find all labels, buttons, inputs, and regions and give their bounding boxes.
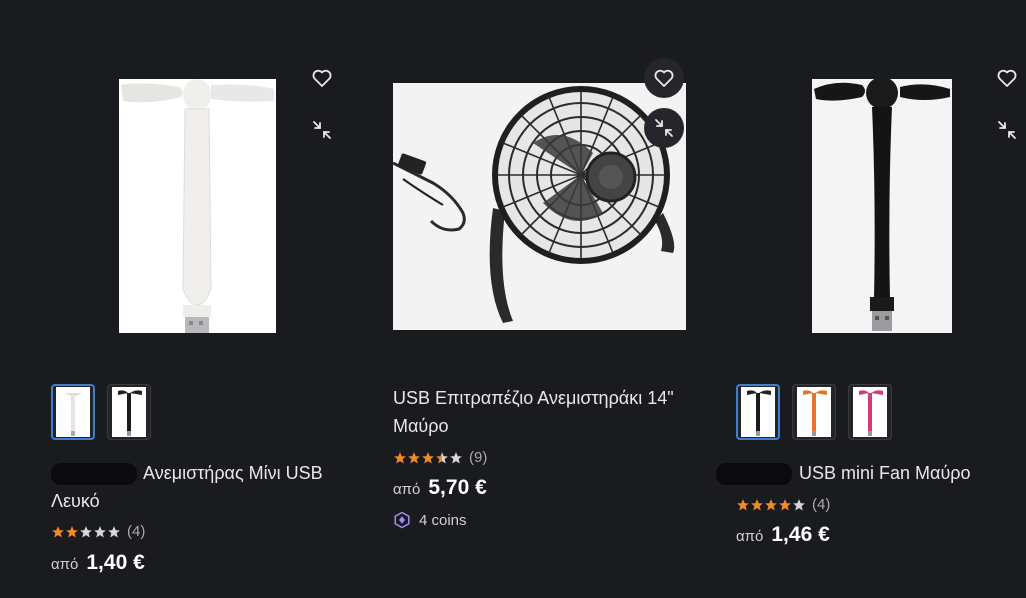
- redacted-brand: [716, 463, 792, 486]
- product-title[interactable]: USB Επιτραπέζιο Ανεμιστηράκι 14" Μαύρο: [393, 384, 683, 440]
- star-icon: [108, 525, 120, 538]
- product-image[interactable]: [393, 83, 686, 330]
- star-icon: [422, 451, 434, 464]
- product-rating: (9): [393, 449, 487, 466]
- product-title[interactable]: USB mini Fan Μαύρο: [716, 459, 1016, 487]
- favorite-button[interactable]: [987, 58, 1026, 98]
- favorite-button[interactable]: [302, 58, 342, 98]
- price-prefix: από: [393, 481, 421, 498]
- product-image[interactable]: [119, 79, 276, 333]
- compress-arrows-icon: [998, 121, 1016, 139]
- price-prefix: από: [51, 556, 79, 573]
- star-half-icon: [436, 451, 448, 464]
- product-price[interactable]: 1,46 €: [771, 523, 829, 547]
- review-count[interactable]: (4): [812, 496, 830, 513]
- product-title[interactable]: Ανεμιστήρας Μίνι USB Λευκό: [51, 459, 351, 515]
- heart-icon: [654, 69, 674, 87]
- star-icon: [80, 525, 92, 538]
- favorite-button[interactable]: [644, 58, 684, 98]
- variant-thumb-black[interactable]: [107, 384, 151, 440]
- variant-thumb-white[interactable]: [51, 384, 95, 440]
- redacted-brand: [51, 463, 137, 486]
- star-icon: [450, 451, 462, 464]
- variant-thumb-pink[interactable]: [848, 384, 892, 440]
- star-icon: [66, 525, 78, 538]
- price-row: από 5,70 €: [393, 476, 487, 500]
- variant-thumb-black[interactable]: [736, 384, 780, 440]
- variant-thumb-orange[interactable]: [792, 384, 836, 440]
- review-count[interactable]: (4): [127, 523, 145, 540]
- coins-reward: 4 coins: [393, 511, 467, 529]
- product-card: USB mini Fan Μαύρο (4) από 1,46 €: [716, 0, 1026, 598]
- compress-arrows-icon: [655, 119, 673, 137]
- coins-label: 4 coins: [419, 511, 467, 529]
- rating-stars: [736, 498, 806, 512]
- star-icon: [751, 498, 763, 511]
- star-icon: [394, 451, 406, 464]
- star-icon: [793, 498, 805, 511]
- star-icon: [737, 498, 749, 511]
- product-card: Ανεμιστήρας Μίνι USB Λευκό (4) από 1,40 …: [30, 0, 350, 598]
- product-image[interactable]: [812, 79, 952, 333]
- usb-mini-fan-black-image: [812, 79, 952, 333]
- rating-stars: [393, 451, 463, 465]
- color-variants: [736, 384, 892, 440]
- product-price[interactable]: 5,70 €: [428, 476, 486, 500]
- price-row: από 1,40 €: [51, 551, 145, 575]
- heart-icon: [312, 69, 332, 87]
- price-row: από 1,46 €: [736, 523, 830, 547]
- heart-icon: [997, 69, 1017, 87]
- product-rating: (4): [736, 496, 830, 513]
- star-icon: [779, 498, 791, 511]
- compare-button[interactable]: [302, 110, 342, 150]
- compare-button[interactable]: [987, 110, 1026, 150]
- color-variants: [51, 384, 151, 440]
- coin-hexagon-icon: [394, 511, 410, 529]
- star-icon: [408, 451, 420, 464]
- product-rating: (4): [51, 523, 145, 540]
- usb-desk-fan-black-image: [393, 83, 686, 330]
- star-icon: [765, 498, 777, 511]
- compare-button[interactable]: [644, 108, 684, 148]
- product-price[interactable]: 1,40 €: [86, 551, 144, 575]
- price-prefix: από: [736, 528, 764, 545]
- compress-arrows-icon: [313, 121, 331, 139]
- star-icon: [94, 525, 106, 538]
- star-icon: [52, 525, 64, 538]
- product-card: USB Επιτραπέζιο Ανεμιστηράκι 14" Μαύρο (…: [372, 0, 702, 598]
- rating-stars: [51, 525, 121, 539]
- review-count[interactable]: (9): [469, 449, 487, 466]
- usb-mini-fan-white-image: [119, 79, 276, 333]
